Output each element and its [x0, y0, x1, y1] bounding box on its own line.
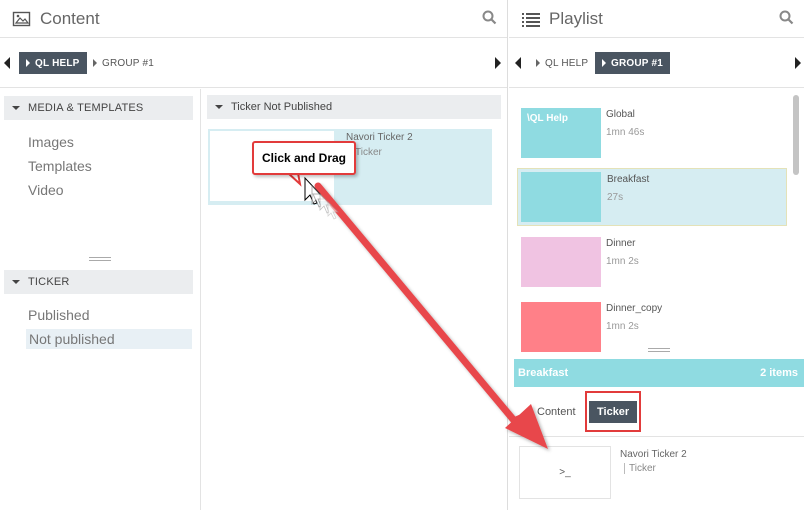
playlist-item-duration: 1mn 2s [606, 321, 639, 332]
scroll-right-arrow-icon[interactable] [795, 57, 801, 69]
content-tabs: QL HELP GROUP #1 [0, 38, 507, 88]
playlist-header: Playlist [509, 0, 804, 38]
playlist-item-name: Global [606, 109, 635, 120]
ticker-tab-highlight [585, 391, 641, 432]
caret-right-icon [536, 59, 540, 67]
playlist-item-global[interactable]: \QL Help Global 1mn 46s [517, 104, 787, 162]
content-categories: MEDIA & TEMPLATES Images Templates Video… [0, 89, 201, 510]
ticker-section[interactable]: TICKER [4, 270, 193, 294]
category-not-published[interactable]: Not published [26, 329, 192, 349]
playlist-item-duration: 27s [607, 192, 624, 203]
content-header: Content [0, 0, 507, 38]
playlist-subtabs: Content Ticker [509, 387, 804, 437]
resize-handle[interactable] [89, 257, 111, 261]
playlist-item-name: Dinner [606, 238, 636, 249]
tab-content[interactable]: Content [537, 406, 576, 418]
ticker-not-published-section[interactable]: Ticker Not Published [207, 95, 501, 119]
list-icon [521, 10, 541, 28]
playlist-thumbnail: \QL Help [521, 108, 601, 158]
playlist-item-breakfast[interactable]: Breakfast 27s [517, 168, 787, 226]
playlist-item-duration: 1mn 46s [606, 127, 645, 138]
tab-ql-help[interactable]: QL HELP [19, 52, 87, 74]
playlist-item-duration: 1mn 2s [606, 256, 639, 267]
ticker-name: Navori Ticker 2 [620, 449, 687, 460]
tab-ql-help[interactable]: QL HELP [529, 52, 595, 74]
scroll-left-arrow-icon[interactable] [515, 57, 521, 69]
playlist-thumbnail [521, 237, 601, 287]
category-published[interactable]: Published [28, 307, 90, 323]
tab-group-1[interactable]: GROUP #1 [86, 52, 161, 74]
playlist-thumbnail [521, 172, 601, 222]
resize-handle[interactable] [648, 348, 670, 352]
tab-label: GROUP #1 [611, 57, 663, 69]
tab-label: QL HELP [35, 57, 80, 69]
content-panel: Content QL HELP GROUP #1 MEDIA & TEMPLAT… [0, 0, 508, 510]
caret-down-icon [12, 280, 20, 284]
category-video[interactable]: Video [28, 182, 64, 198]
playlist-item-dinner[interactable]: Dinner 1mn 2s [517, 233, 787, 291]
tab-label: QL HELP [545, 57, 589, 69]
caret-right-icon [26, 59, 30, 67]
media-templates-section[interactable]: MEDIA & TEMPLATES [4, 96, 193, 120]
playlist-title: Playlist [549, 8, 603, 28]
section-title: TICKER [28, 276, 70, 288]
category-templates[interactable]: Templates [28, 158, 92, 174]
caret-down-icon [215, 105, 223, 109]
playlist-item-name: Breakfast [607, 174, 650, 185]
scroll-left-arrow-icon[interactable] [4, 57, 10, 69]
scroll-right-arrow-icon[interactable] [495, 57, 501, 69]
ticker-name: Navori Ticker 2 [346, 132, 413, 143]
item-count: 2 items [760, 367, 798, 379]
tab-label: GROUP #1 [102, 57, 154, 69]
playlist-panel: Playlist QL HELP GROUP #1 \QL Help Globa… [509, 0, 804, 510]
ticker-thumbnail: >_ [519, 446, 611, 499]
playlist-scrollbar[interactable] [793, 95, 799, 175]
playlist-ticker-item[interactable]: >_ Navori Ticker 2 Ticker [509, 438, 804, 510]
selected-playlist-bar: Breakfast 2 items [514, 359, 804, 387]
section-title: MEDIA & TEMPLATES [28, 102, 144, 114]
section-title: Ticker Not Published [231, 101, 333, 113]
image-gallery-icon [12, 10, 32, 28]
search-icon[interactable] [482, 10, 497, 30]
category-images[interactable]: Images [28, 134, 74, 150]
caret-right-icon [602, 59, 606, 67]
content-title: Content [40, 8, 100, 28]
playlist-list: \QL Help Global 1mn 46s Breakfast 27s Di… [509, 89, 804, 357]
playlist-tabs: QL HELP GROUP #1 [509, 38, 804, 88]
caret-right-icon [93, 59, 97, 67]
click-and-drag-callout: Click and Drag [252, 141, 356, 175]
search-icon[interactable] [779, 10, 794, 30]
playlist-thumbnail [521, 302, 601, 352]
playlist-item-name: Dinner_copy [606, 303, 663, 314]
tab-group-1[interactable]: GROUP #1 [595, 52, 670, 74]
caret-down-icon [12, 106, 20, 110]
ticker-type: Ticker [624, 463, 656, 474]
selected-playlist-name: Breakfast [518, 367, 569, 379]
